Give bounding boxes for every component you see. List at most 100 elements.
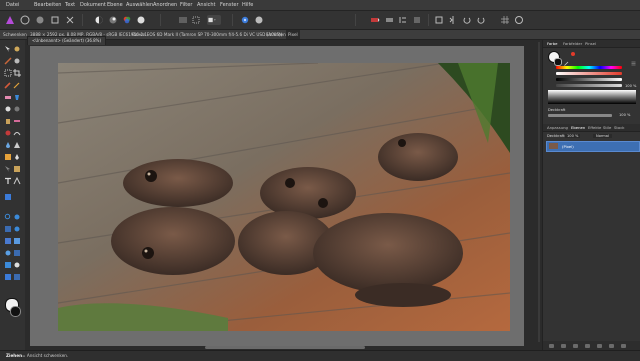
auto-contrast-icon[interactable] — [108, 15, 118, 25]
tab-ebenen[interactable]: Ebenen — [571, 124, 585, 131]
develop-persona-icon[interactable] — [20, 15, 30, 25]
arrange-icon[interactable] — [412, 15, 422, 25]
patch-tool-icon[interactable] — [4, 237, 12, 245]
layer-opacity-icon[interactable] — [549, 344, 554, 348]
menu-text[interactable]: Text — [65, 0, 75, 10]
group-icon[interactable] — [597, 344, 602, 348]
perspective-icon[interactable] — [13, 225, 21, 233]
sharpen-brush-icon[interactable] — [13, 141, 21, 149]
menu-auswaehlen[interactable]: Auswählen — [126, 0, 153, 10]
tab-anpassung[interactable]: Anpassung — [547, 124, 568, 131]
units-dropdown[interactable]: Pixel — [286, 30, 300, 39]
layer-mask-icon[interactable] — [561, 344, 566, 348]
color-wheel-area[interactable] — [548, 90, 636, 104]
tab-farbfelder[interactable]: Farbfelder — [563, 40, 582, 47]
mask-tool-icon[interactable] — [4, 261, 12, 269]
auto-levels-icon[interactable] — [94, 15, 104, 25]
saturation-slider[interactable] — [556, 72, 622, 75]
menu-ansicht[interactable]: Ansicht — [197, 0, 215, 10]
blur-brush-icon[interactable] — [4, 141, 12, 149]
brush-forward-icon[interactable] — [370, 15, 380, 25]
export-persona-icon[interactable] — [65, 15, 75, 25]
menu-ebene[interactable]: Ebene — [107, 0, 123, 10]
gradient-tool-icon[interactable] — [4, 153, 12, 161]
tab-effekte[interactable]: Effekte — [588, 124, 601, 131]
menu-dokument[interactable]: Dokument — [80, 0, 106, 10]
tab-stock[interactable]: Stock — [614, 124, 625, 131]
opacity-slider[interactable] — [548, 114, 612, 117]
shape-tool-icon[interactable] — [13, 165, 21, 173]
rotate-icon[interactable] — [462, 15, 472, 25]
hand-tool-icon[interactable] — [13, 213, 21, 221]
flood-select-icon[interactable] — [13, 57, 21, 65]
frequency-icon[interactable] — [4, 249, 12, 257]
quick-mask-dropdown[interactable] — [207, 15, 221, 25]
help-icon[interactable] — [514, 15, 524, 25]
auto-colors-icon[interactable] — [122, 15, 132, 25]
vector-crop-icon[interactable] — [13, 177, 21, 185]
text-tool-icon[interactable] — [4, 177, 12, 185]
retouch-icon[interactable] — [13, 249, 21, 257]
crop-tool-icon[interactable] — [13, 69, 21, 77]
luminosity-slider[interactable] — [556, 78, 622, 81]
eyedropper-icon[interactable] — [564, 51, 569, 66]
horizontal-scrollbar[interactable] — [205, 346, 365, 349]
snapping-icon[interactable] — [240, 15, 250, 25]
vertical-scrollbar[interactable] — [538, 42, 540, 342]
erase-brush-icon[interactable] — [4, 93, 12, 101]
paint-brush-icon[interactable] — [4, 81, 12, 89]
view-tool-icon[interactable] — [13, 45, 21, 53]
clone-brush-icon[interactable] — [4, 117, 12, 125]
smudge-brush-icon[interactable] — [13, 129, 21, 137]
assistant-icon[interactable] — [254, 15, 264, 25]
selection-brush-icon[interactable] — [4, 57, 12, 65]
selection-mode-icon[interactable] — [178, 15, 188, 25]
menu-fenster[interactable]: Fenster — [220, 0, 239, 10]
document-tab[interactable]: <Unbenannt> (Geändert) (36.8%) — [27, 36, 107, 45]
flip-icon[interactable] — [448, 15, 458, 25]
fill-tool-icon[interactable] — [13, 93, 21, 101]
layers-icon[interactable] — [4, 273, 12, 281]
align-icon[interactable] — [398, 15, 408, 25]
color-picker-icon[interactable] — [4, 193, 12, 201]
menu-datei[interactable]: Datei — [6, 0, 19, 10]
red-eye-icon[interactable] — [4, 129, 12, 137]
node-tool-icon[interactable] — [4, 165, 12, 173]
select-sampled-icon[interactable] — [13, 261, 21, 269]
app-logo-icon[interactable] — [5, 15, 15, 25]
inpainting-icon[interactable] — [13, 237, 21, 245]
selection-add-icon[interactable] — [191, 15, 201, 25]
layer-row[interactable]: (Pixel) — [546, 141, 640, 152]
menu-filter[interactable]: Filter — [180, 0, 192, 10]
blend-mode-dropdown[interactable]: Normal — [593, 134, 613, 138]
rectangle-marquee-icon[interactable] — [4, 69, 12, 77]
tab-stile[interactable]: Stile — [603, 124, 611, 131]
live-filter-icon[interactable] — [585, 344, 590, 348]
panel-menu-icon[interactable] — [631, 51, 636, 66]
auto-white-balance-icon[interactable] — [136, 15, 146, 25]
color-swatch-background[interactable] — [10, 306, 21, 317]
menu-anordnen[interactable]: Anordnen — [153, 0, 177, 10]
add-layer-icon[interactable] — [609, 344, 614, 348]
menu-bearbeiten[interactable]: Bearbeiten — [34, 0, 61, 10]
layer-opacity-field[interactable]: 100 % — [565, 134, 581, 138]
dodge-brush-icon[interactable] — [4, 105, 12, 113]
menu-hilfe[interactable]: Hilfe — [242, 0, 253, 10]
rotate-reverse-icon[interactable] — [476, 15, 486, 25]
tone-mapping-icon[interactable] — [50, 15, 60, 25]
delete-layer-icon[interactable] — [621, 344, 626, 348]
move-tool-icon[interactable] — [4, 45, 12, 53]
tab-pinsel[interactable]: Pinsel — [585, 40, 596, 47]
hue-slider[interactable] — [556, 66, 622, 69]
brush-backward-icon[interactable] — [384, 15, 394, 25]
adjustment-icon[interactable] — [573, 344, 578, 348]
mesh-warp-icon[interactable] — [4, 225, 12, 233]
tab-farbe[interactable]: Farbe — [547, 40, 557, 47]
pixel-tool-icon[interactable] — [13, 81, 21, 89]
burn-brush-icon[interactable] — [13, 105, 21, 113]
frog-photo[interactable] — [58, 63, 510, 331]
pen-tool-icon[interactable] — [13, 153, 21, 161]
history-icon[interactable] — [13, 273, 21, 281]
zoom-tool-icon[interactable] — [4, 213, 12, 221]
secondary-color-well[interactable] — [554, 58, 562, 66]
